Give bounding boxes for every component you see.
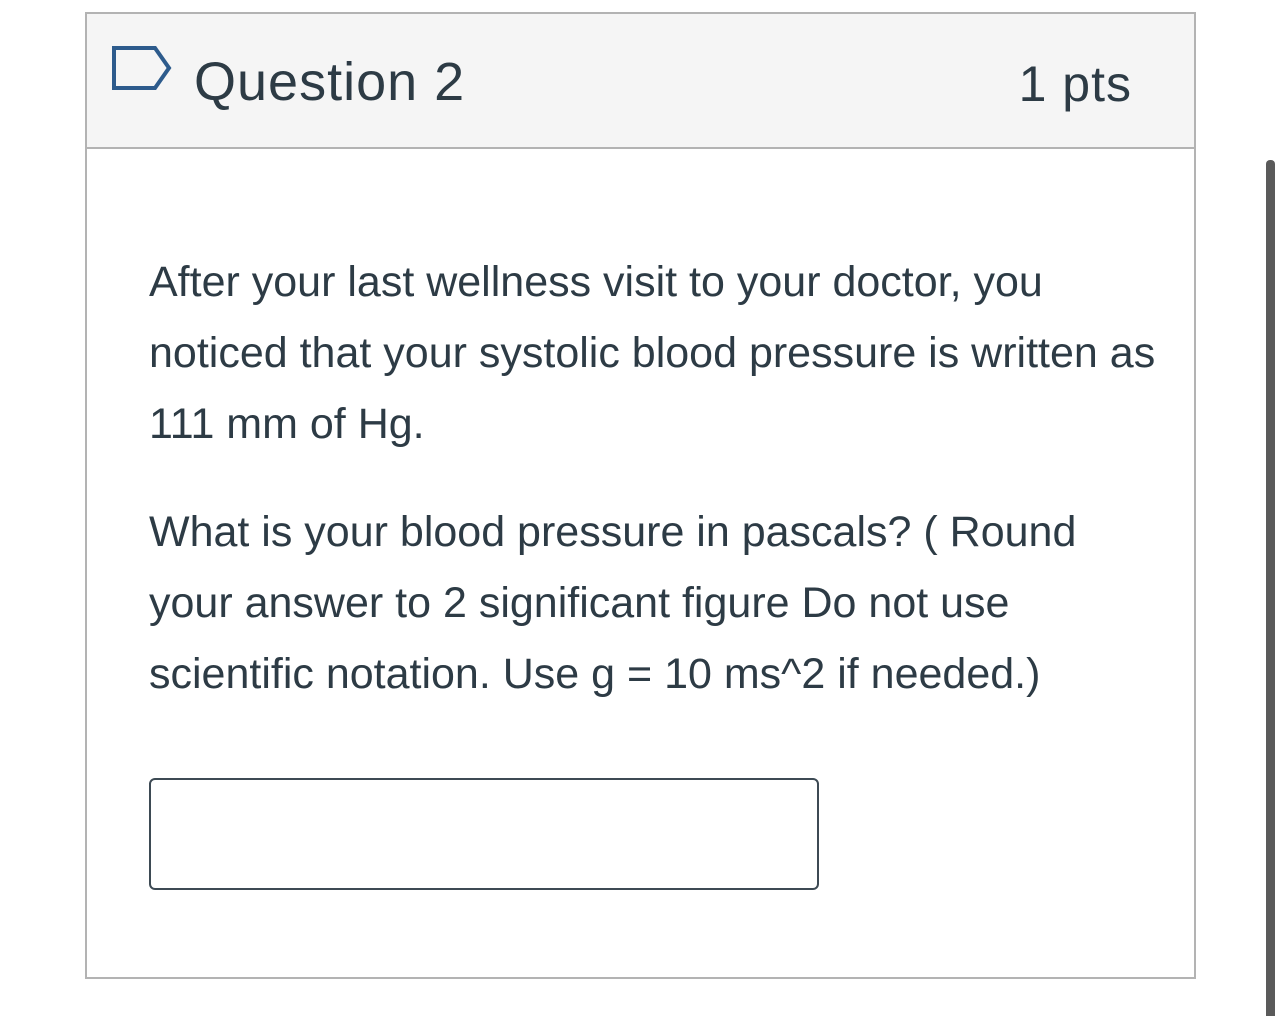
question-points: 1 pts bbox=[1018, 56, 1132, 112]
question-title: Question 2 bbox=[194, 52, 466, 112]
question-paragraph: What is your blood pressure in pascals? … bbox=[149, 508, 1077, 698]
answer-input[interactable] bbox=[149, 778, 819, 890]
question-paragraph: After your last wellness visit to your d… bbox=[149, 258, 1156, 448]
question-card: Question 2 1 pts After your last wellnes… bbox=[85, 12, 1196, 979]
question-text: After your last wellness visit to your d… bbox=[149, 247, 1159, 747]
flag-question-icon[interactable] bbox=[111, 45, 173, 91]
question-header: Question 2 1 pts bbox=[87, 14, 1194, 149]
scrollbar[interactable] bbox=[1266, 160, 1275, 1016]
